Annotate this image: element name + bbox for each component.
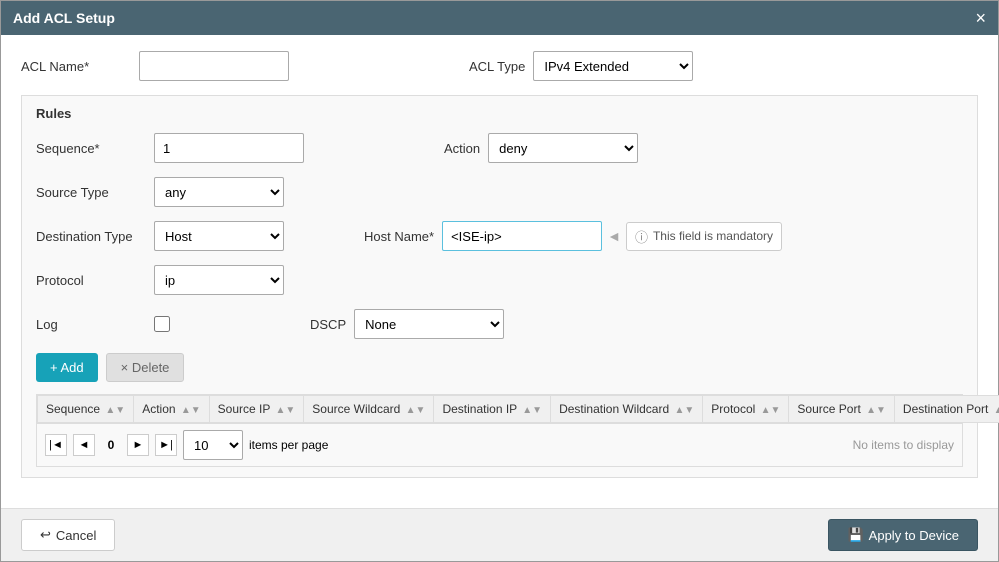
col-source-port[interactable]: Source Port ▲▼ [789,396,895,423]
add-button[interactable]: + Add [36,353,98,382]
action-select[interactable]: deny permit [488,133,638,163]
log-label: Log [36,317,146,332]
acl-name-group: ACL Name* [21,51,289,81]
rules-table: Sequence ▲▼ Action ▲▼ Source IP ▲▼ Sourc… [37,395,999,423]
apply-label: Apply to Device [869,528,959,543]
dscp-label: DSCP [310,317,346,332]
acl-name-row: ACL Name* ACL Type IPv4 Extended IPv4 St… [21,51,978,81]
protocol-row: Protocol ip tcp udp icmp [36,265,963,295]
col-sequence[interactable]: Sequence ▲▼ [38,396,134,423]
host-name-group: Host Name* ◄ ⓘ This field is mandatory [364,221,782,251]
acl-type-group: ACL Type IPv4 Extended IPv4 Standard IPv… [469,51,693,81]
col-destination-port[interactable]: Destination Port ▲▼ [894,396,999,423]
next-page-button[interactable]: ► [127,434,149,456]
items-per-page-label: items per page [249,438,328,452]
cancel-label: Cancel [56,528,96,543]
page-count: 0 [101,438,121,452]
dialog-footer: ↩ Cancel 💾 Apply to Device [1,508,998,561]
action-group: Action deny permit [444,133,638,163]
mandatory-text: This field is mandatory [653,229,773,243]
acl-name-input[interactable] [139,51,289,81]
destination-type-group: Destination Type Host any network [36,221,284,251]
rules-table-container: Sequence ▲▼ Action ▲▼ Source IP ▲▼ Sourc… [36,394,963,467]
col-destination-wildcard[interactable]: Destination Wildcard ▲▼ [551,396,703,423]
sequence-input[interactable] [154,133,304,163]
acl-name-label: ACL Name* [21,59,131,74]
sequence-label: Sequence* [36,141,146,156]
rules-section: Rules Sequence* Action deny permit [21,95,978,478]
col-source-wildcard[interactable]: Source Wildcard ▲▼ [304,396,434,423]
action-buttons: + Add × Delete [36,353,963,382]
acl-type-select[interactable]: IPv4 Extended IPv4 Standard IPv6 [533,51,693,81]
no-items-label: No items to display [853,438,954,452]
log-dscp-row: Log DSCP None 0 8 16 [36,309,963,339]
apply-icon: 💾 [847,527,863,543]
prev-page-button[interactable]: ◄ [73,434,95,456]
source-type-select[interactable]: any host network [154,177,284,207]
mandatory-tooltip: ⓘ This field is mandatory [626,222,782,251]
host-name-input-group: ◄ ⓘ This field is mandatory [442,221,782,251]
first-page-button[interactable]: |◄ [45,434,67,456]
items-per-page-select[interactable]: 10 25 50 [183,430,243,460]
sequence-action-row: Sequence* Action deny permit [36,133,963,163]
col-source-ip[interactable]: Source IP ▲▼ [209,396,304,423]
log-group: Log [36,316,170,332]
last-page-button[interactable]: ►| [155,434,177,456]
sequence-group: Sequence* [36,133,304,163]
action-label: Action [444,141,480,156]
info-icon: ⓘ [635,227,648,246]
destination-type-row: Destination Type Host any network Host N… [36,221,963,251]
host-name-label: Host Name* [364,229,434,244]
col-protocol[interactable]: Protocol ▲▼ [703,396,789,423]
protocol-group: Protocol ip tcp udp icmp [36,265,284,295]
source-type-row: Source Type any host network [36,177,963,207]
log-checkbox[interactable] [154,316,170,332]
cancel-button[interactable]: ↩ Cancel [21,519,115,551]
rules-title: Rules [36,106,963,121]
host-name-input[interactable] [442,221,602,251]
protocol-label: Protocol [36,273,146,288]
dialog-title: Add ACL Setup [13,10,115,26]
col-action[interactable]: Action ▲▼ [134,396,209,423]
add-acl-dialog: Add ACL Setup × ACL Name* ACL Type IPv4 … [0,0,999,562]
arrow-icon: ◄ [607,228,621,244]
cancel-icon: ↩ [40,527,51,543]
pagination: |◄ ◄ 0 ► ►| 10 25 50 items per page No i… [37,423,962,466]
dialog-header: Add ACL Setup × [1,1,998,35]
protocol-select[interactable]: ip tcp udp icmp [154,265,284,295]
close-button[interactable]: × [975,9,986,27]
source-type-label: Source Type [36,185,146,200]
source-type-group: Source Type any host network [36,177,284,207]
apply-button[interactable]: 💾 Apply to Device [828,519,978,551]
dialog-body: ACL Name* ACL Type IPv4 Extended IPv4 St… [1,35,998,508]
destination-type-select[interactable]: Host any network [154,221,284,251]
dscp-select[interactable]: None 0 8 16 [354,309,504,339]
dscp-group: DSCP None 0 8 16 [310,309,504,339]
table-header-row: Sequence ▲▼ Action ▲▼ Source IP ▲▼ Sourc… [38,396,999,423]
delete-button[interactable]: × Delete [106,353,185,382]
acl-type-label: ACL Type [469,59,525,74]
destination-type-label: Destination Type [36,229,146,244]
col-destination-ip[interactable]: Destination IP ▲▼ [434,396,551,423]
